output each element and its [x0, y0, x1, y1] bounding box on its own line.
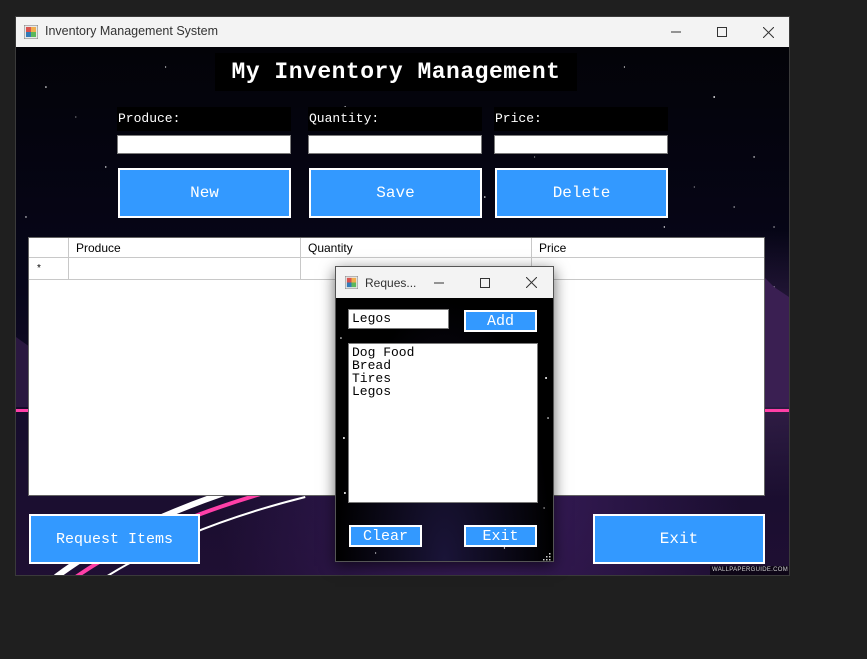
grid-header: Produce Quantity Price — [29, 238, 764, 258]
close-icon — [762, 26, 774, 38]
main-titlebar[interactable]: Inventory Management System — [16, 17, 789, 47]
clear-button[interactable]: Clear — [349, 525, 422, 547]
column-header-quantity[interactable]: Quantity — [301, 238, 532, 257]
quantity-label: Quantity: — [308, 107, 482, 131]
quantity-input[interactable] — [308, 135, 482, 154]
maximize-button[interactable] — [699, 17, 745, 47]
table-cell-produce[interactable] — [69, 258, 301, 279]
add-button[interactable]: Add — [464, 310, 537, 332]
main-window-title: Inventory Management System — [45, 24, 218, 38]
row-header-corner — [29, 238, 69, 257]
dialog-app-icon — [345, 276, 358, 289]
save-button[interactable]: Save — [309, 168, 482, 218]
table-cell-price[interactable] — [532, 258, 764, 279]
price-label: Price: — [494, 107, 668, 131]
minimize-button[interactable] — [653, 17, 699, 47]
close-button[interactable] — [745, 17, 789, 47]
new-button[interactable]: New — [118, 168, 291, 218]
new-row-marker: * — [29, 258, 69, 279]
request-dialog: Reques... Legos Add Dog Food Bread Tires… — [335, 266, 554, 562]
close-icon — [525, 277, 537, 288]
dialog-minimize-button[interactable] — [416, 267, 462, 298]
dialog-titlebar[interactable]: Reques... — [336, 267, 553, 298]
dialog-maximize-button[interactable] — [462, 267, 508, 298]
request-items-list[interactable]: Dog Food Bread Tires Legos — [348, 343, 538, 503]
request-item-input[interactable]: Legos — [348, 309, 449, 329]
column-header-price[interactable]: Price — [532, 238, 764, 257]
request-items-button[interactable]: Request Items — [29, 514, 200, 564]
dialog-body: Legos Add Dog Food Bread Tires Legos Cle… — [336, 298, 553, 561]
dialog-exit-button[interactable]: Exit — [464, 525, 537, 547]
produce-input[interactable] — [117, 135, 291, 154]
exit-button[interactable]: Exit — [593, 514, 765, 564]
minimize-icon — [671, 31, 681, 33]
maximize-icon — [480, 277, 490, 288]
page-heading: My Inventory Management — [215, 53, 577, 91]
column-header-produce[interactable]: Produce — [69, 238, 301, 257]
produce-label: Produce: — [117, 107, 291, 131]
price-input[interactable] — [494, 135, 668, 154]
maximize-icon — [717, 27, 727, 37]
list-item[interactable]: Legos — [352, 385, 534, 398]
resize-grip-icon[interactable] — [541, 551, 551, 561]
dialog-title: Reques... — [365, 276, 417, 290]
watermark: WALLPAPERGUIDE.COM — [710, 566, 789, 575]
minimize-icon — [434, 282, 444, 283]
delete-button[interactable]: Delete — [495, 168, 668, 218]
app-icon — [24, 25, 38, 39]
dialog-close-button[interactable] — [508, 267, 553, 298]
